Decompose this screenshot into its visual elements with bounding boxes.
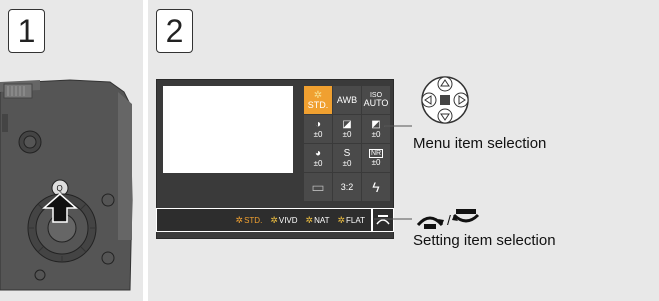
- sharpness-icon: S: [343, 147, 351, 159]
- photo-style-icon: ✲: [337, 214, 346, 225]
- photo-style-icon: ✲: [270, 214, 278, 225]
- camera-back-illustration: Q: [0, 79, 133, 291]
- step-2-panel: 2 ✲ STD. AWB ISO AUTO ◑ ±0 ◪ ±0 ◩ ±0 ◕ ±…: [148, 0, 659, 301]
- cross-keys-icon: [421, 76, 469, 124]
- qmenu-highlight[interactable]: ◪ ±0: [333, 115, 361, 143]
- highlight-icon: ◪: [342, 118, 352, 130]
- step-2-number: 2: [156, 9, 193, 53]
- monitor-empty-area: [163, 173, 293, 198]
- setting-callout-line: [374, 218, 412, 220]
- flash-icon: ϟ: [372, 179, 380, 195]
- photo-style-icon: ✲: [305, 214, 314, 225]
- option-standard[interactable]: ✲ STD.: [236, 215, 263, 226]
- qmenu-contrast[interactable]: ◑ ±0: [304, 115, 332, 143]
- frame-icon: ▭: [311, 179, 325, 195]
- setting-options-bar: ✲ STD. ✲ VIVD ✲ NAT ✲ FLAT: [156, 208, 372, 232]
- front-dial-icon: [416, 216, 444, 229]
- nr-icon: NR: [368, 149, 384, 158]
- option-flat[interactable]: ✲ FLAT: [337, 215, 365, 226]
- qmenu-aspect-ratio[interactable]: 3:2: [333, 173, 361, 201]
- option-vivid[interactable]: ✲ VIVD: [270, 215, 297, 226]
- qmenu-white-balance[interactable]: AWB: [333, 86, 361, 114]
- qmenu-noise-reduction[interactable]: NR ±0: [362, 144, 390, 172]
- saturation-icon: ◕: [314, 147, 322, 159]
- setting-item-selection-caption: Setting item selection: [413, 232, 556, 249]
- option-natural[interactable]: ✲ NAT: [306, 215, 330, 226]
- shadow-icon: ◩: [371, 118, 381, 130]
- qmenu-saturation[interactable]: ◕ ±0: [304, 144, 332, 172]
- qmenu-flash[interactable]: ϟ: [362, 173, 390, 201]
- photo-style-icon: ✲: [235, 214, 244, 225]
- qmenu-photo-style[interactable]: ✲ STD.: [304, 86, 332, 114]
- dial-icons: /: [416, 209, 480, 229]
- live-view-area: [163, 86, 293, 173]
- qmenu-frame[interactable]: ▭: [304, 173, 332, 201]
- rear-dial-icon: [452, 209, 480, 223]
- contrast-icon: ◑: [314, 118, 322, 130]
- step-1-panel: 1 Q: [0, 0, 143, 301]
- qmenu-sharpness[interactable]: S ±0: [333, 144, 361, 172]
- q-button-label: Q: [57, 184, 63, 193]
- svg-text:/: /: [447, 212, 451, 228]
- menu-item-selection-caption: Menu item selection: [413, 135, 547, 152]
- quick-menu-grid: ✲ STD. AWB ISO AUTO ◑ ±0 ◪ ±0 ◩ ±0 ◕ ±0 S ±0: [304, 86, 391, 201]
